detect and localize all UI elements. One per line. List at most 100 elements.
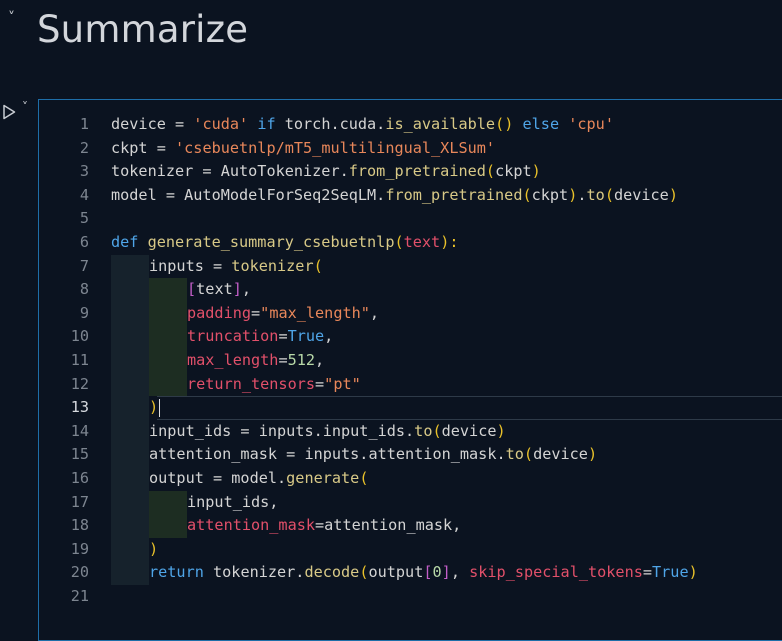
line-number: 10 (70, 327, 89, 346)
code-token: ( (313, 256, 323, 275)
code-content: attention_mask=attention_mask, (111, 514, 461, 538)
code-token: attention_mask (187, 516, 316, 535)
code-line[interactable]: 21 (39, 585, 782, 609)
code-line[interactable]: 19) (39, 537, 782, 562)
indent-guide (149, 348, 187, 373)
code-token: from_pretrained (385, 185, 523, 204)
code-token: . (577, 185, 587, 204)
code-line[interactable]: 10 truncation=True, (39, 325, 782, 349)
code-token: ) (149, 398, 159, 417)
code-token: [ (187, 280, 197, 299)
code-editor[interactable]: 1 device = 'cuda' if torch.cuda.is_availa… (39, 113, 782, 608)
code-token: device (441, 421, 497, 440)
indent-guide (149, 278, 187, 302)
code-content: ) (111, 537, 158, 562)
code-token: generate_summary_csebuetnlp (147, 232, 395, 251)
code-line[interactable]: 2 ckpt = 'csebuetnlp/mT5_multilingual_XLS… (39, 137, 782, 161)
indent-guide (111, 348, 149, 373)
code-content: inputs = tokenizer( (111, 254, 323, 279)
code-token: attention_mask = inputs.attention_mask. (149, 445, 506, 464)
code-token: input_ids (187, 492, 270, 511)
code-line[interactable]: 18 attention_mask=attention_mask, (39, 514, 782, 538)
code-content: def generate_summary_csebuetnlp(text): (111, 231, 459, 255)
code-token: return (149, 563, 214, 582)
code-token: = (642, 563, 653, 582)
code-line[interactable]: 14 input_ids = inputs.input_ids.to(device… (39, 419, 782, 444)
collapse-chevron-icon[interactable]: ˅ (8, 10, 15, 26)
code-line[interactable]: 1 device = 'cuda' if torch.cuda.is_availa… (39, 113, 782, 137)
code-content: truncation=True, (111, 325, 333, 349)
code-token: 'csebuetnlp/mT5_multilingual_XLSum' (175, 138, 496, 157)
code-token: 'cuda' (193, 115, 249, 133)
cell-run-controls: ˅ (0, 100, 38, 126)
code-token: torch.cuda. (284, 115, 386, 133)
code-token: decode (304, 563, 360, 582)
code-content: ckpt = 'csebuetnlp/mT5_multilingual_XLSu… (111, 137, 495, 161)
code-token: model = AutoModelForSeq2SeqLM. (111, 185, 386, 204)
code-line[interactable]: 3 tokenizer = AutoTokenizer.from_pretrain… (39, 160, 782, 184)
line-number: 13 (70, 398, 89, 417)
code-token: ) (587, 445, 598, 464)
code-cell[interactable]: 1 device = 'cuda' if torch.cuda.is_availa… (38, 99, 782, 641)
code-token: 512 (287, 350, 316, 369)
indent-guide (111, 443, 149, 467)
code-token: ( (432, 421, 442, 440)
code-token: tokenizer = AutoTokenizer. (111, 162, 349, 181)
code-content: ) (111, 396, 161, 420)
code-content: return_tensors="pt" (111, 372, 361, 397)
cell-menu-chevron-icon[interactable]: ˅ (22, 100, 28, 114)
code-token: return_tensors (187, 374, 316, 393)
code-line[interactable]: 13) (39, 396, 782, 420)
indent-guide (111, 254, 149, 279)
code-line[interactable]: 20 return tokenizer.decode(output[0], ski… (39, 561, 782, 585)
code-token: skip_special_tokens (469, 563, 643, 582)
indent-guide (149, 372, 187, 397)
line-number: 15 (70, 445, 89, 464)
code-line[interactable]: 16 output = model.generate( (39, 466, 782, 491)
line-number: 19 (70, 539, 89, 558)
line-number: 9 (79, 303, 89, 322)
code-token: 'cpu' (568, 115, 614, 133)
code-token: generate (286, 468, 360, 487)
code-content: return tokenizer.decode(output[0], skip_… (111, 561, 698, 585)
code-line[interactable]: 9 padding="max_length", (39, 301, 782, 326)
code-token: ( (359, 468, 369, 487)
code-token: ( (522, 185, 532, 204)
code-content: input_ids = inputs.input_ids.to(device) (111, 419, 506, 444)
code-line[interactable]: 15 attention_mask = inputs.attention_mask… (39, 443, 782, 467)
code-content: max_length=512, (111, 348, 324, 373)
code-line[interactable]: 12 return_tensors="pt" (39, 372, 782, 397)
code-token: tokenizer (231, 256, 314, 275)
code-line[interactable]: 6 def generate_summary_csebuetnlp(text): (39, 231, 782, 255)
code-token: , (324, 327, 334, 346)
line-number: 11 (70, 350, 89, 369)
code-line[interactable]: 7 inputs = tokenizer( (39, 254, 782, 279)
code-line[interactable]: 8 [text], (39, 278, 782, 302)
code-token: else (513, 115, 569, 133)
code-token: ] (232, 280, 242, 299)
code-token: device = (111, 115, 194, 133)
code-token: = (251, 303, 261, 322)
code-line[interactable]: 17 input_ids, (39, 490, 782, 515)
code-token: input_ids = inputs.input_ids. (149, 421, 415, 440)
code-token: "pt" (324, 374, 361, 393)
line-number: 20 (70, 563, 89, 582)
code-token: ( (523, 445, 534, 464)
code-token: True (652, 563, 689, 582)
indent-guide (149, 514, 187, 538)
code-line[interactable]: 4 model = AutoModelForSeq2SeqLM.from_pret… (39, 184, 782, 208)
line-number: 1 (79, 115, 89, 133)
code-token: ) (668, 185, 678, 204)
code-token: output (368, 563, 424, 582)
code-token: , (269, 492, 279, 511)
code-token: padding (187, 303, 252, 322)
indent-guide (111, 514, 149, 538)
code-token: def (111, 232, 148, 251)
code-token: ckpt (495, 162, 532, 181)
code-line[interactable]: 11 max_length=512, (39, 348, 782, 373)
run-cell-icon[interactable] (2, 104, 16, 124)
code-line[interactable]: 5 (39, 207, 782, 231)
code-token: output = model. (149, 468, 287, 487)
markdown-header: ˅ Summarize (0, 0, 782, 72)
code-content: padding="max_length", (111, 301, 379, 326)
